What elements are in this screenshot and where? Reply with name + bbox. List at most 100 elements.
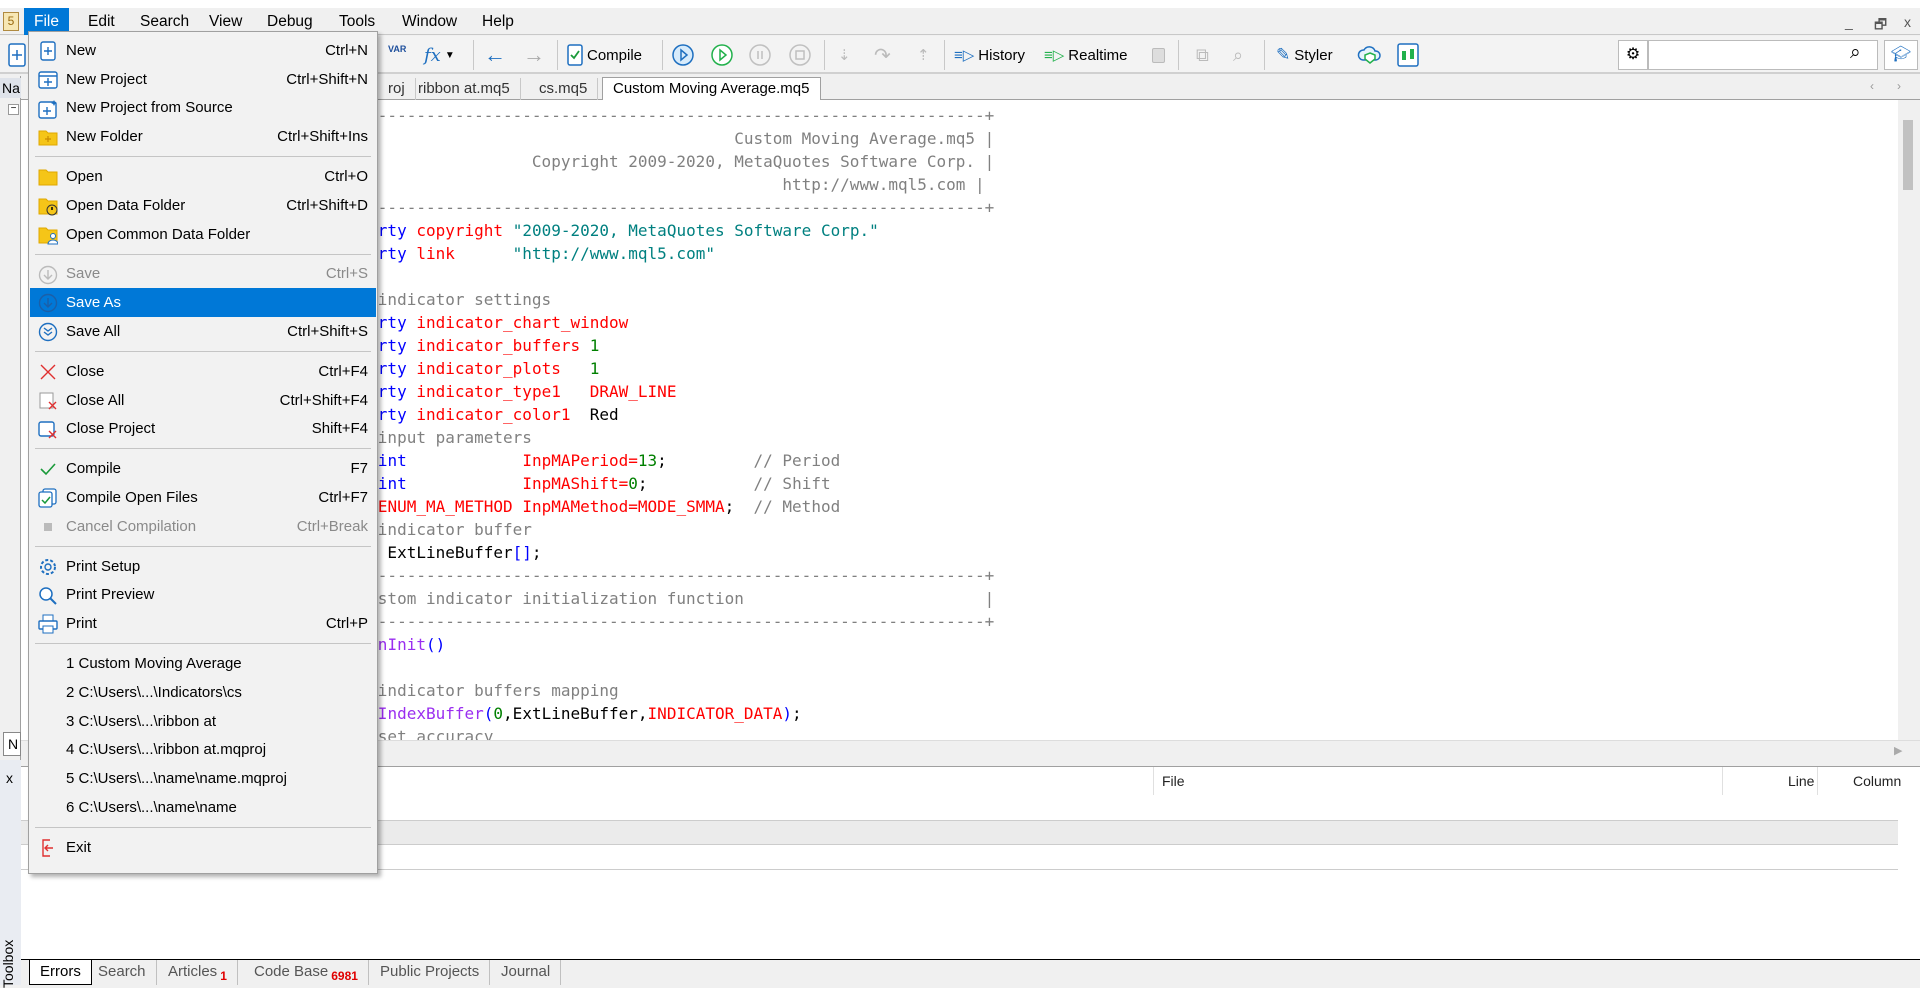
menu-item-cancel-compilation[interactable]: Cancel Compilation Ctrl+Break: [30, 512, 376, 541]
code-token: indicator_buffers: [416, 336, 581, 355]
menu-item-new[interactable]: New Ctrl+N: [30, 36, 376, 65]
insert-variable-button[interactable]: VAR: [388, 42, 406, 68]
column-column[interactable]: Column: [1853, 773, 1901, 789]
search-input[interactable]: [1648, 40, 1878, 70]
charts-button[interactable]: [1397, 42, 1419, 68]
menu-help[interactable]: Help: [472, 8, 524, 35]
code-token: InpMAShift=: [522, 474, 629, 493]
menu-item-open-common-data-folder[interactable]: Open Common Data Folder: [30, 220, 376, 249]
restore-button[interactable]: 🗗: [1874, 14, 1887, 38]
code-line: #property indicator_type1 DRAW_LINE: [320, 380, 994, 403]
menu-item-open-data-folder[interactable]: Open Data Folder Ctrl+Shift+D: [30, 191, 376, 220]
file-menu-dropdown: New Ctrl+N New Project Ctrl+Shift+N New Proj…: [28, 31, 378, 874]
step-out-button[interactable]: ⇡: [917, 42, 930, 68]
menu-item-open[interactable]: Open Ctrl+O: [30, 162, 376, 191]
menu-item-label: Save As: [66, 294, 122, 312]
compile-button[interactable]: Compile: [567, 42, 642, 68]
vertical-scrollbar-thumb[interactable]: [1903, 120, 1913, 190]
menu-item-new-project[interactable]: New Project Ctrl+Shift+N: [30, 65, 376, 94]
tab-scroll-left-icon[interactable]: ‹: [1870, 79, 1874, 93]
menu-item-label: Close All: [66, 391, 125, 409]
pause-button[interactable]: [748, 42, 772, 68]
menu-item-2-c-users-indicators-cs[interactable]: 2 C:\Users\...\Indicators\cs: [30, 678, 376, 707]
insert-function-button[interactable]: fx ▼: [424, 42, 455, 68]
toolbox-tab-journal[interactable]: Journal: [491, 960, 562, 985]
menu-item-6-c-users-name-name[interactable]: 6 C:\Users\...\name\name: [30, 793, 376, 822]
menu-item-save-as[interactable]: Save As: [30, 288, 376, 318]
navigator-tab[interactable]: N: [3, 732, 21, 756]
styler-button[interactable]: ✎ Styler: [1276, 42, 1333, 68]
code-token: INDICATOR_DATA: [647, 704, 783, 723]
tab-custom-moving-average[interactable]: Custom Moving Average.mq5: [602, 77, 821, 101]
stop-test-button[interactable]: [1152, 42, 1165, 68]
menu-item-close-all[interactable]: Close All Ctrl+Shift+F4: [30, 386, 376, 415]
start-profiling-button[interactable]: [710, 42, 734, 68]
step-over-button[interactable]: ↷: [874, 42, 891, 68]
forward-button[interactable]: →: [523, 42, 545, 68]
toolbox-tab-public-projects[interactable]: Public Projects: [370, 960, 491, 985]
minimize-button[interactable]: _: [1845, 14, 1853, 30]
menu-item-new-folder[interactable]: New Folder Ctrl+Shift+Ins: [30, 122, 376, 151]
code-token: //| Copyright 2009-2020, MetaQuotes Soft…: [320, 152, 995, 171]
realtime-button[interactable]: ≡▷ Realtime: [1044, 42, 1127, 68]
tab-cs[interactable]: cs.mq5: [529, 78, 599, 100]
find-in-files-button[interactable]: ⌕: [1233, 42, 1243, 68]
toolbox-tab-code-base[interactable]: Code Base 6981: [244, 960, 369, 985]
start-debug-button[interactable]: [671, 42, 695, 68]
menu-item-3-c-users-ribbon-at[interactable]: 3 C:\Users\...\ribbon at: [30, 707, 376, 736]
history-button[interactable]: ≡▷ History: [954, 42, 1025, 68]
new-folder-icon: [38, 127, 58, 147]
code-line: //+-------------------------------------…: [320, 104, 994, 127]
back-button[interactable]: ←: [484, 42, 506, 68]
search-settings-button[interactable]: ⚙: [1618, 40, 1648, 70]
toolbox-tab-articles[interactable]: Articles 1: [158, 960, 238, 985]
code-token: // Period: [753, 451, 841, 470]
code-token: indicator_plots: [416, 359, 561, 378]
code-token: DRAW_LINE: [589, 382, 677, 401]
column-file[interactable]: File: [1162, 773, 1185, 789]
menu-item-4-c-users-ribbon-at-mqproj[interactable]: 4 C:\Users\...\ribbon at.mqproj: [30, 736, 376, 765]
menu-item-exit[interactable]: Exit: [30, 833, 376, 862]
menu-item-close-project[interactable]: Close Project Shift+F4: [30, 415, 376, 444]
tree-collapse-icon[interactable]: −: [8, 104, 19, 115]
menu-item-1-custom-moving-average[interactable]: 1 Custom Moving Average: [30, 649, 376, 678]
menu-item-print-setup[interactable]: Print Setup: [30, 552, 376, 581]
graduation-cap-icon[interactable]: 🎓︎: [1884, 40, 1918, 70]
menu-item-print[interactable]: Print Ctrl+P: [30, 609, 376, 638]
compare-button[interactable]: ⧉: [1196, 42, 1209, 68]
stop-button[interactable]: [788, 42, 812, 68]
search-icon[interactable]: ⌕: [1850, 42, 1861, 64]
menu-item-compile[interactable]: Compile F7: [30, 454, 376, 483]
code-token: //| Custom indicator initialization func…: [320, 589, 995, 608]
new-button[interactable]: [8, 42, 26, 68]
menu-item-5-c-users-name-name-mqproj[interactable]: 5 C:\Users\...\name\name.mqproj: [30, 764, 376, 793]
count-badge: 1: [220, 969, 227, 983]
toolbox-tab-search[interactable]: Search: [88, 960, 157, 985]
menu-item-label: 1 Custom Moving Average: [66, 655, 242, 673]
menu-item-new-project-from-source[interactable]: New Project from Source: [30, 94, 376, 123]
scroll-right-icon[interactable]: ▶: [1894, 744, 1902, 757]
vertical-scrollbar[interactable]: [1898, 100, 1920, 740]
menu-item-print-preview[interactable]: Print Preview: [30, 581, 376, 610]
menu-item-compile-open-files[interactable]: Compile Open Files Ctrl+F7: [30, 483, 376, 512]
toolbox-tab-errors[interactable]: Errors: [29, 960, 92, 985]
menu-item-save[interactable]: Save Ctrl+S: [30, 260, 376, 289]
toolbox-close-button[interactable]: x: [6, 770, 13, 786]
menu-item-label: Print Preview: [66, 586, 155, 604]
menu-window[interactable]: Window: [392, 8, 467, 35]
menu-item-close[interactable]: Close Ctrl+F4: [30, 357, 376, 386]
menu-item-label: 3 C:\Users\...\ribbon at: [66, 712, 217, 730]
close-window-button[interactable]: x: [1904, 14, 1911, 30]
menu-item-save-all[interactable]: Save All Ctrl+Shift+S: [30, 317, 376, 346]
menu-item-label: New Project: [66, 70, 147, 88]
code-line: SetIndexBuffer(0,ExtLineBuffer,INDICATOR…: [320, 702, 994, 725]
step-into-button[interactable]: ⇣: [838, 42, 851, 68]
tab-scroll-right-icon[interactable]: ›: [1897, 79, 1901, 93]
menu-item-shortcut: Ctrl+Shift+Ins: [277, 128, 368, 146]
column-line[interactable]: Line: [1788, 773, 1814, 789]
cloud-protector-button[interactable]: [1357, 42, 1383, 68]
function-icon: fx: [424, 44, 441, 66]
tab-ribbon-at[interactable]: ribbon at.mq5: [408, 78, 521, 100]
